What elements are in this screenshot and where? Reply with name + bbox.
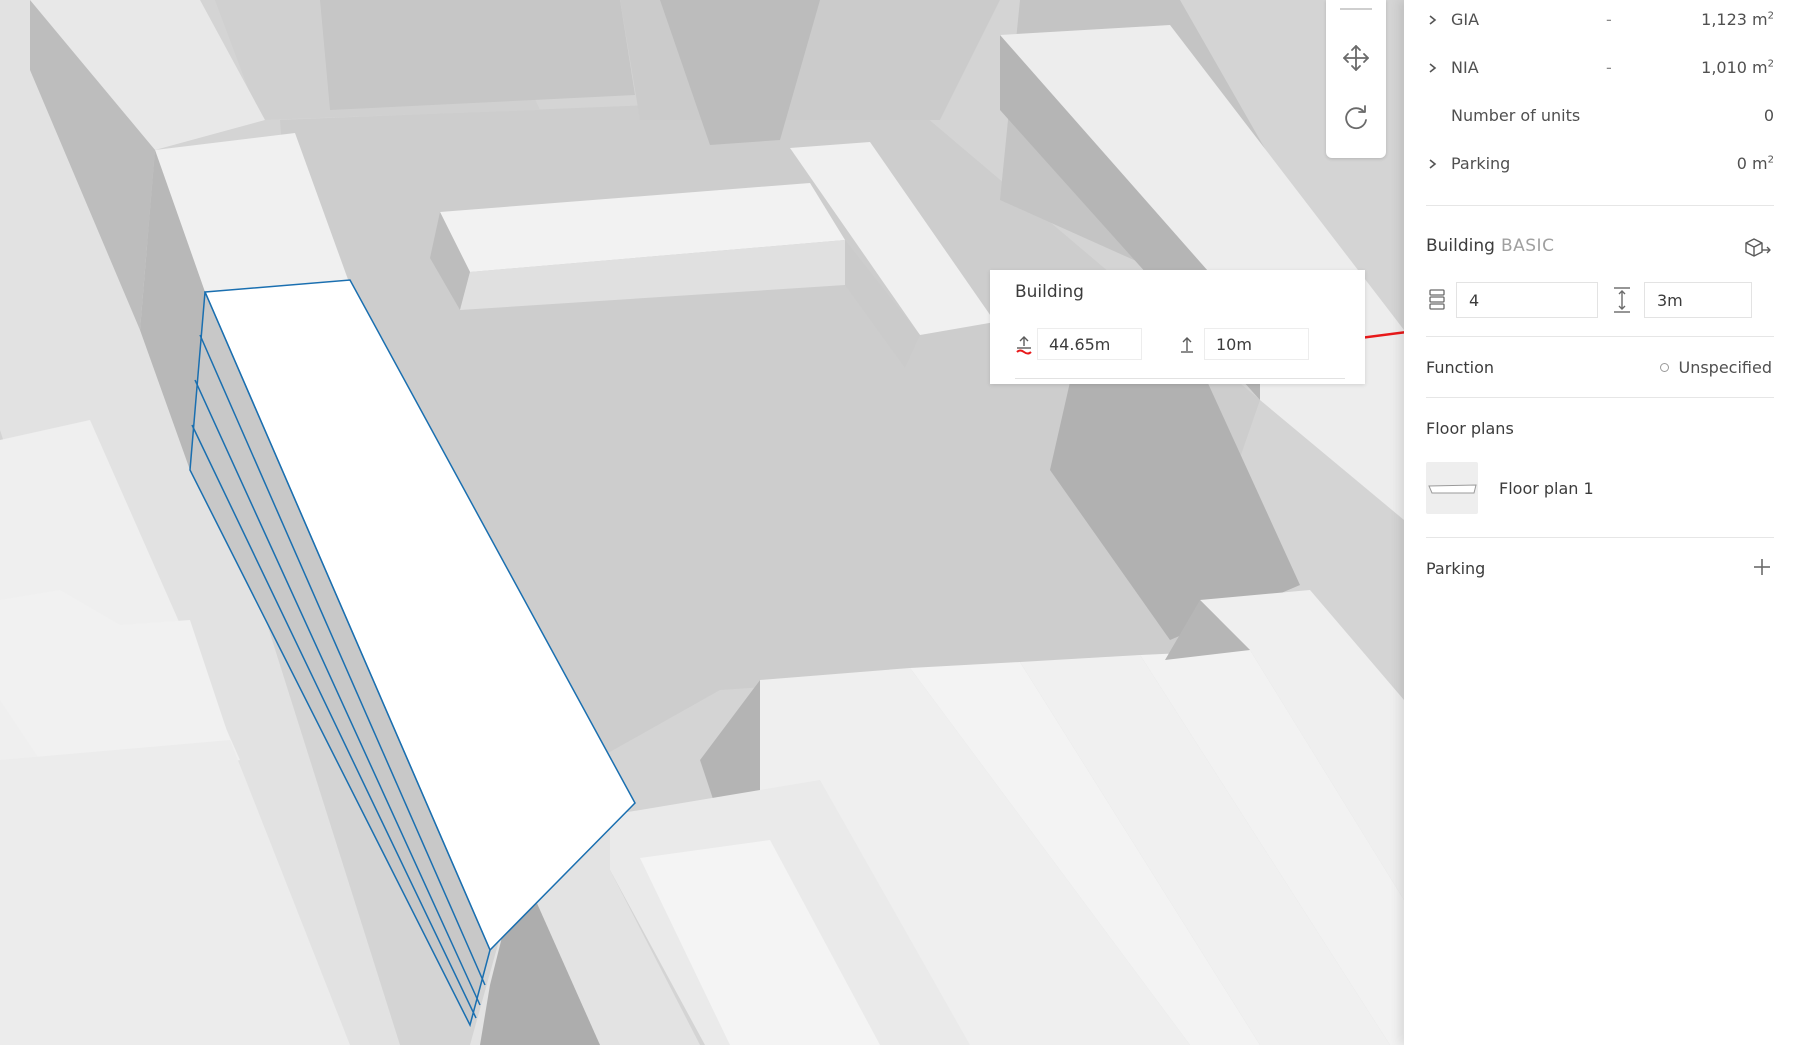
metric-label: Number of units [1451,106,1581,125]
divider [1426,205,1774,206]
rotate-tool-button[interactable] [1336,98,1376,138]
metric-dash: - [1606,58,1612,77]
metric-row-parking[interactable]: Parking 0 m2 [1426,150,1774,180]
base-elevation-input[interactable] [1037,328,1142,360]
floor-count-input[interactable] [1456,282,1598,318]
floor-height-input[interactable] [1644,282,1752,318]
floor-plan-preview-icon [1428,484,1477,494]
metric-value: 1,010 m2 [1701,58,1774,77]
metric-row-nia[interactable]: NIA - 1,010 m2 [1426,54,1774,84]
parking-section-title: Parking [1426,559,1486,578]
building-section-title: Building BASIC [1426,236,1555,256]
metric-value: 0 [1763,106,1774,125]
divider [1426,397,1774,398]
export-cube-icon[interactable] [1744,236,1772,260]
metric-row-gia[interactable]: GIA - 1,123 m2 [1426,6,1774,36]
divider [1426,336,1774,337]
city-scene[interactable] [0,0,1404,1045]
height-up-icon [1181,337,1193,353]
floor-plan-item[interactable]: Floor plan 1 [1499,479,1594,498]
metric-value: 1,123 m2 [1701,10,1774,29]
metric-row-units: Number of units 0 [1426,102,1774,132]
function-value: Unspecified [1678,358,1772,377]
floor-plan-thumbnail[interactable] [1426,462,1478,514]
move-tool-button[interactable] [1336,38,1376,78]
popup-underline [1015,378,1345,379]
divider [1426,537,1774,538]
chevron-right-icon[interactable] [1426,154,1440,174]
back-building-2 [320,0,635,110]
floor-height-icon [1614,287,1630,313]
function-label: Function [1426,358,1495,377]
floor-plans-title: Floor plans [1426,419,1514,438]
properties-panel: GIA - 1,123 m2 NIA - 1,010 m2 Number of … [1404,0,1794,1045]
floors-stack-icon [1429,289,1445,310]
plus-icon[interactable] [1752,557,1772,577]
metric-value: 0 m2 [1736,154,1774,173]
metric-label: GIA [1451,10,1480,29]
view-toolbar [1326,0,1386,158]
popup-title: Building [1015,282,1084,302]
metric-dash: - [1606,10,1612,29]
chevron-right-icon[interactable] [1426,58,1440,78]
ground-elevation-icon [1016,336,1032,355]
plan-badge: BASIC [1500,236,1555,256]
toolbar-separator [1340,8,1372,10]
building-height-input[interactable] [1204,328,1309,360]
building-edit-popup: Building [990,270,1365,384]
metric-label: Parking [1451,154,1511,173]
rotate-icon [1345,105,1367,130]
move-arrows-icon [1343,45,1369,71]
chevron-right-icon[interactable] [1426,10,1440,30]
function-status-dot [1660,363,1670,372]
function-selector[interactable]: Unspecified [1660,358,1772,377]
3d-viewport[interactable]: Building [0,0,1404,1045]
metric-label: NIA [1451,58,1479,77]
